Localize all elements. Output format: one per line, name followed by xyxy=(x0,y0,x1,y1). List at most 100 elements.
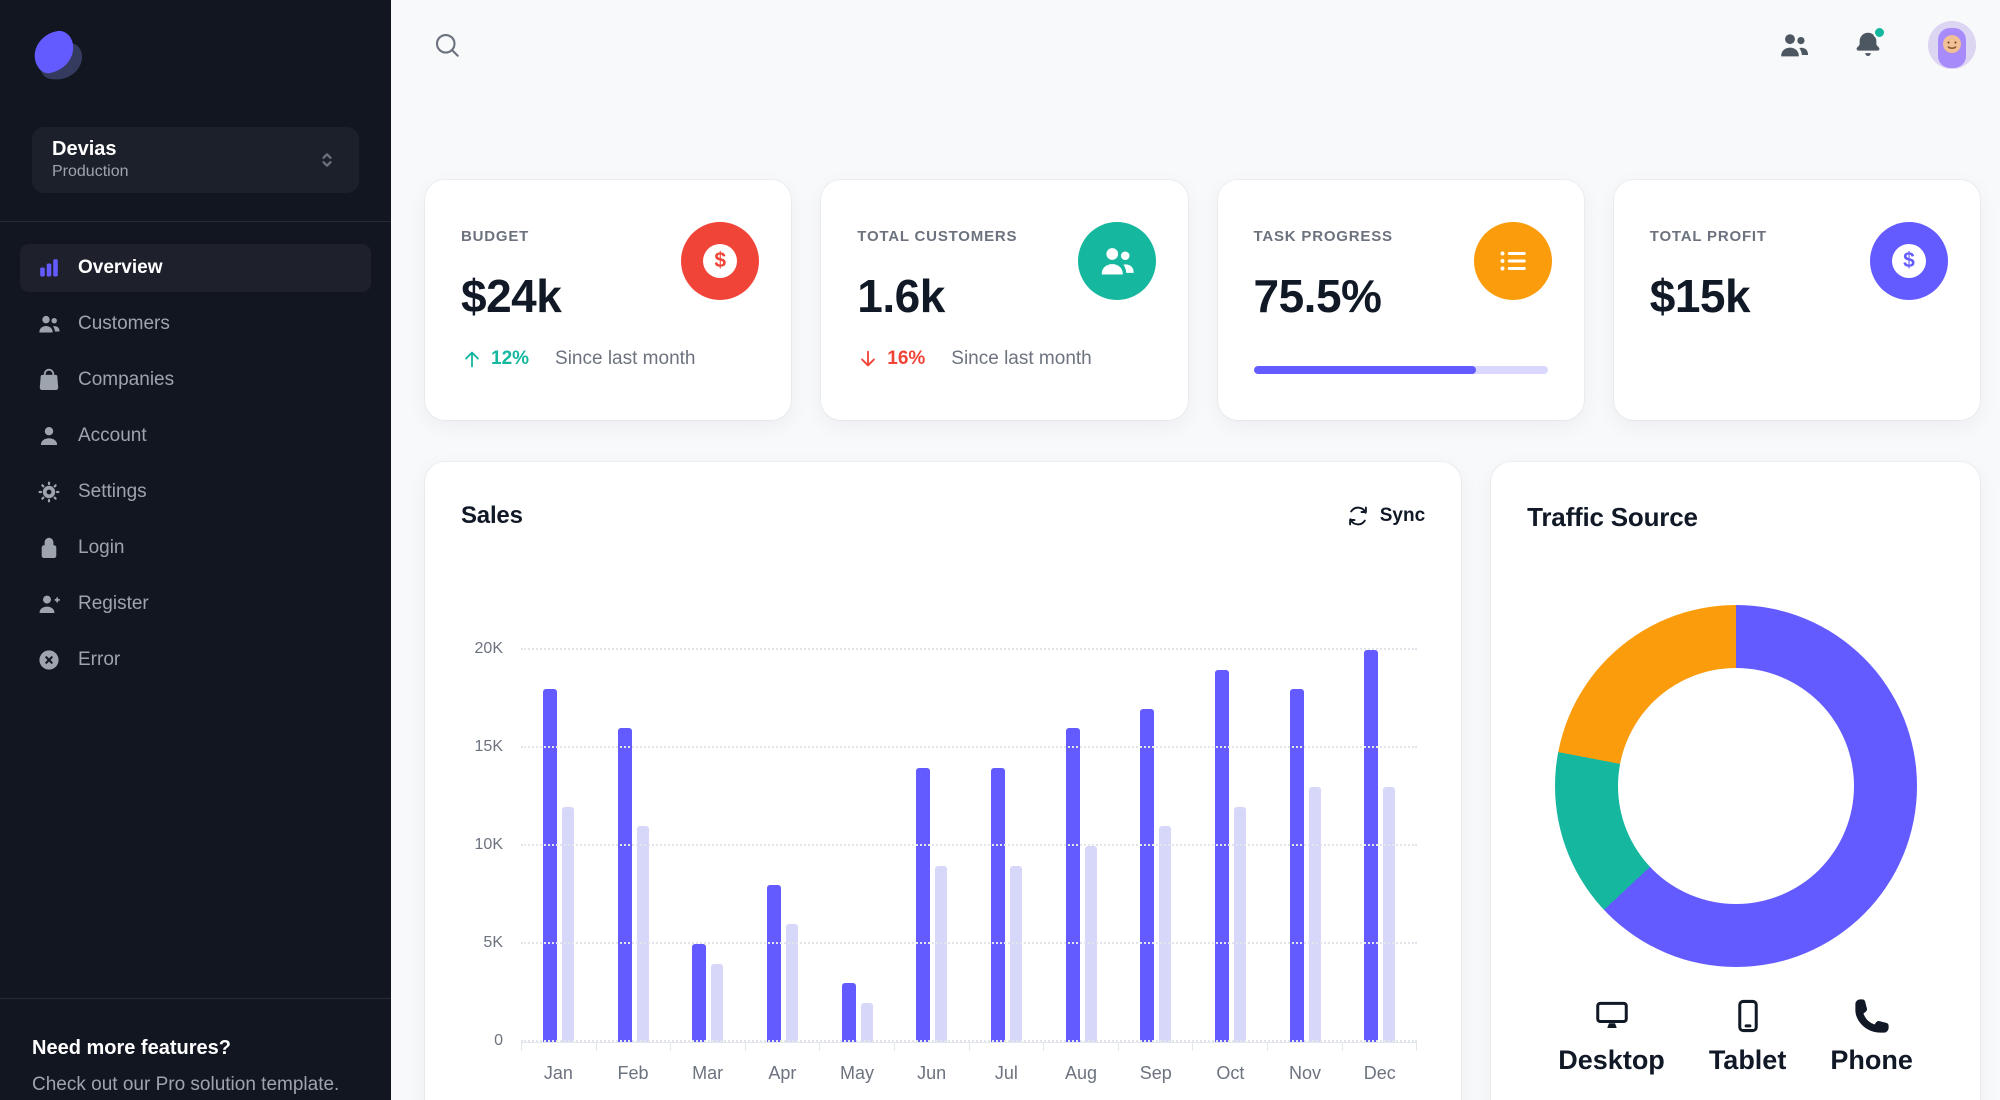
task-progress-fill xyxy=(1253,366,1476,374)
bar-primary xyxy=(1065,728,1080,1042)
gear-icon xyxy=(37,480,61,504)
bar-primary xyxy=(841,983,856,1042)
user-icon xyxy=(37,424,61,448)
search-icon xyxy=(432,30,462,60)
list-icon xyxy=(1473,222,1552,300)
charts-row: Sales Sync 0 5K 10K 15K 20K Jan Feb Mar … xyxy=(425,462,1980,1100)
main-area: BUDGET $24k $ 12% Since last month TOTAL xyxy=(391,0,2000,1100)
sidebar-item-companies[interactable]: Companies xyxy=(20,356,371,404)
bar-group xyxy=(1044,650,1119,1042)
trend-caption: Since last month xyxy=(555,348,696,369)
bar-primary xyxy=(1364,650,1379,1042)
legend-item-tablet: Tablet xyxy=(1708,997,1787,1076)
x-axis-tick xyxy=(1193,1043,1268,1051)
sidebar-item-label: Settings xyxy=(78,481,147,502)
sidebar-item-customers[interactable]: Customers xyxy=(20,300,371,348)
users-icon xyxy=(1778,29,1810,61)
x-axis-tick xyxy=(1268,1043,1343,1051)
traffic-donut xyxy=(1554,605,1917,967)
bar-secondary xyxy=(860,1002,873,1042)
sidebar-nav: Overview Customers Companies Account Set… xyxy=(0,222,391,714)
x-axis-label: Jul xyxy=(994,1063,1018,1083)
x-axis-label: Aug xyxy=(1065,1063,1098,1083)
bar-group xyxy=(521,650,596,1042)
search-button[interactable] xyxy=(425,23,469,67)
bar-group xyxy=(820,650,895,1042)
dashboard-screen: Devias Production Overview Customers Com… xyxy=(0,0,2000,1100)
x-axis-label: Mar xyxy=(692,1063,724,1083)
notification-dot xyxy=(1873,26,1886,39)
shopping-bag-icon xyxy=(37,368,61,392)
traffic-title: Traffic Source xyxy=(1527,502,1698,532)
sidebar-item-label: Error xyxy=(78,649,121,670)
footer-subtitle-link[interactable]: Check out our Pro solution template. xyxy=(32,1074,359,1096)
workspace-text: Devias Production xyxy=(52,137,315,183)
bar-secondary xyxy=(1233,806,1246,1042)
sidebar-item-label: Companies xyxy=(78,369,175,390)
bar-secondary xyxy=(1159,826,1172,1042)
tablet-icon xyxy=(1729,997,1767,1035)
x-axis-label: Dec xyxy=(1363,1063,1396,1083)
dollar-icon: $ xyxy=(681,222,760,300)
x-axis-label: Nov xyxy=(1289,1063,1322,1083)
avatar-image xyxy=(1928,21,1976,69)
topbar-actions xyxy=(1772,21,1976,69)
sidebar-item-overview[interactable]: Overview xyxy=(20,244,371,292)
bar-primary xyxy=(990,767,1005,1042)
bar-primary xyxy=(1289,689,1304,1042)
devias-logo-icon xyxy=(30,28,86,86)
sidebar-item-register[interactable]: Register xyxy=(20,580,371,628)
sidebar-item-account[interactable]: Account xyxy=(20,412,371,460)
bar-primary xyxy=(1214,669,1229,1042)
sidebar-item-error[interactable]: Error xyxy=(20,636,371,684)
users-icon xyxy=(37,312,61,336)
user-avatar[interactable] xyxy=(1928,21,1976,69)
trend-pct: 16% xyxy=(887,348,926,369)
x-circle-icon xyxy=(37,648,61,672)
sidebar-item-settings[interactable]: Settings xyxy=(20,468,371,516)
phone-icon xyxy=(1853,997,1891,1035)
bar-secondary xyxy=(1084,846,1097,1042)
topbar xyxy=(391,0,2000,90)
lock-icon xyxy=(37,536,61,560)
bar-primary xyxy=(692,944,707,1042)
x-axis-tick xyxy=(1119,1043,1194,1051)
sales-card: Sales Sync 0 5K 10K 15K 20K Jan Feb Mar … xyxy=(425,462,1462,1100)
x-axis-label: Feb xyxy=(617,1063,649,1083)
x-axis-label: May xyxy=(840,1063,875,1083)
y-axis-tick: 20K xyxy=(474,640,503,657)
desktop-icon xyxy=(1593,997,1631,1035)
legend-label: Tablet xyxy=(1708,1045,1787,1075)
sales-header: Sales Sync xyxy=(425,462,1461,542)
x-axis-tick xyxy=(820,1043,895,1051)
gridline: 0 xyxy=(494,1032,1418,1049)
notifications-button[interactable] xyxy=(1846,23,1890,67)
sidebar-item-login[interactable]: Login xyxy=(20,524,371,572)
workspace-selector[interactable]: Devias Production xyxy=(32,127,359,193)
bar-group xyxy=(745,650,820,1042)
x-axis-label: Jan xyxy=(543,1063,573,1083)
sync-button[interactable]: Sync xyxy=(1346,504,1425,528)
arrow-down-icon xyxy=(857,348,879,370)
x-axis-tick xyxy=(746,1043,821,1051)
x-axis-tick xyxy=(521,1043,597,1051)
bar-group xyxy=(670,650,745,1042)
budget-card: BUDGET $24k $ 12% Since last month xyxy=(425,180,792,420)
bar-group xyxy=(1268,650,1343,1042)
y-axis-tick: 0 xyxy=(494,1032,503,1049)
bar-secondary xyxy=(711,963,724,1042)
sidebar-item-label: Customers xyxy=(78,313,170,334)
total-profit-card: TOTAL PROFIT $15k $ xyxy=(1613,180,1980,420)
sales-plot: 0 5K 10K 15K 20K xyxy=(475,640,1418,1049)
gridline: 10K xyxy=(475,836,1418,853)
trend-row: 12% Since last month xyxy=(461,348,755,370)
sales-months: Jan Feb Mar Apr May Jun Jul Aug Sep Oct Nov Dec xyxy=(521,1063,1417,1084)
x-axis-label: Jun xyxy=(917,1063,947,1083)
bar-group xyxy=(1193,650,1268,1042)
gridline: 15K xyxy=(475,738,1418,755)
traffic-source-card: Traffic Source Desktop Tablet Phone xyxy=(1491,462,1980,1100)
task-progress-bar xyxy=(1253,366,1548,374)
bar-primary xyxy=(617,728,632,1042)
y-axis-tick: 5K xyxy=(483,934,503,951)
contacts-button[interactable] xyxy=(1772,23,1816,67)
